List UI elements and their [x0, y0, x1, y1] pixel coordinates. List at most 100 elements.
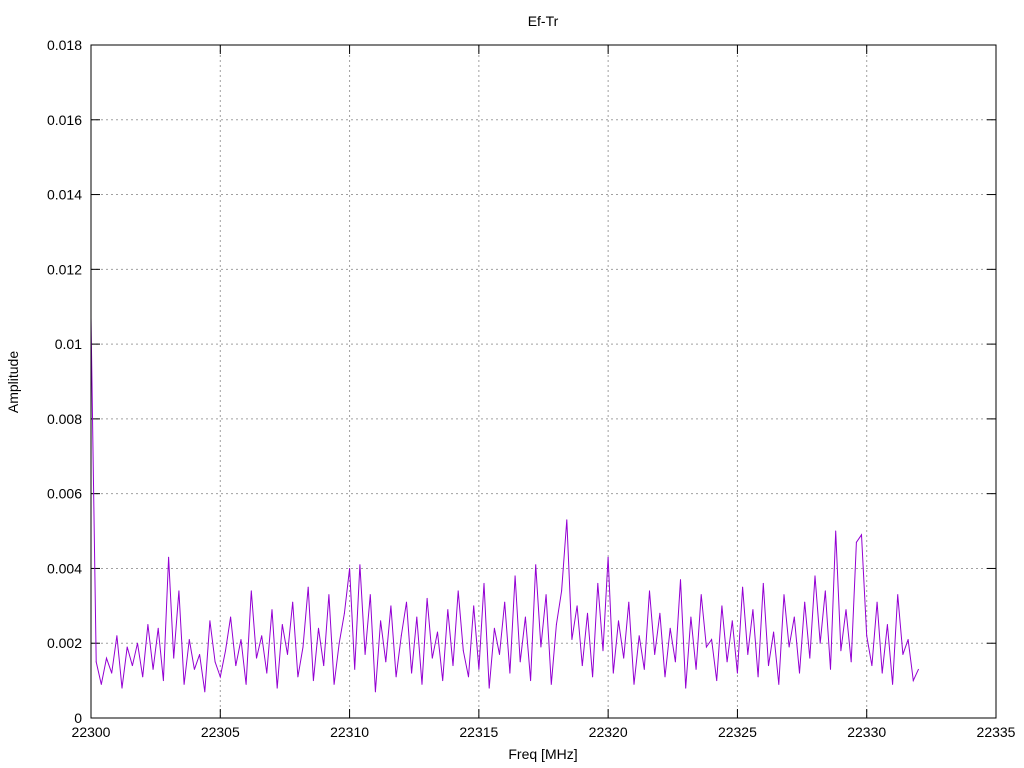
x-tick-label: 22320	[589, 724, 628, 740]
data-point	[245, 683, 247, 685]
data-point	[886, 624, 888, 626]
data-point	[312, 680, 314, 682]
data-point	[276, 687, 278, 689]
data-point	[633, 683, 635, 685]
data-point	[597, 582, 599, 584]
data-point	[131, 665, 133, 667]
y-tick-label: 0.008	[47, 411, 82, 427]
data-point	[550, 683, 552, 685]
data-point	[778, 683, 780, 685]
data-point	[431, 657, 433, 659]
data-point	[819, 642, 821, 644]
data-point	[540, 646, 542, 648]
data-point	[711, 638, 713, 640]
data-point	[607, 556, 609, 558]
data-point	[752, 609, 754, 611]
data-point	[850, 661, 852, 663]
data-point	[457, 590, 459, 592]
data-point	[793, 616, 795, 618]
data-point	[561, 590, 563, 592]
data-point	[783, 594, 785, 596]
data-point	[798, 672, 800, 674]
data-point	[235, 665, 237, 667]
data-point	[142, 676, 144, 678]
data-point	[152, 668, 154, 670]
data-point	[307, 586, 309, 588]
data-point	[333, 683, 335, 685]
y-tick-label: 0.016	[47, 112, 82, 128]
data-point	[219, 676, 221, 678]
data-point	[555, 624, 557, 626]
data-point	[628, 601, 630, 603]
data-point	[690, 616, 692, 618]
data-point	[193, 668, 195, 670]
data-point	[654, 653, 656, 655]
data-point	[343, 612, 345, 614]
data-point	[250, 590, 252, 592]
data-point	[866, 635, 868, 637]
data-point	[519, 661, 521, 663]
data-point	[281, 624, 283, 626]
data-point	[912, 680, 914, 682]
data-point	[421, 683, 423, 685]
ticks: 22300 22305 22310 22315 22320 22325 22330 22335…	[47, 37, 1016, 740]
data-point	[111, 672, 113, 674]
data-point	[643, 668, 645, 670]
data-point	[188, 638, 190, 640]
data-point	[157, 627, 159, 629]
data-point	[214, 661, 216, 663]
data-point	[762, 582, 764, 584]
data-point	[566, 519, 568, 521]
y-axis-label: Amplitude	[5, 351, 21, 413]
data-point	[814, 575, 816, 577]
data-point	[483, 582, 485, 584]
y-tick-label: 0.002	[47, 635, 82, 651]
data-point	[524, 616, 526, 618]
data-point	[881, 672, 883, 674]
data-point	[907, 638, 909, 640]
data-point	[199, 653, 201, 655]
data-point	[674, 661, 676, 663]
x-tick-label: 22305	[201, 724, 240, 740]
data-point	[685, 687, 687, 689]
x-tick-label: 22330	[847, 724, 886, 740]
data-point	[530, 680, 532, 682]
data-point	[116, 635, 118, 637]
data-point	[757, 676, 759, 678]
data-point	[488, 687, 490, 689]
data-point	[623, 657, 625, 659]
data-point	[669, 627, 671, 629]
data-point	[436, 631, 438, 633]
data-point	[302, 646, 304, 648]
y-tick-label: 0.014	[47, 187, 82, 203]
data-point	[602, 650, 604, 652]
data-point	[504, 601, 506, 603]
x-axis-label: Freq [MHz]	[508, 746, 577, 762]
data-point	[897, 594, 899, 596]
data-point	[323, 665, 325, 667]
y-tick-label: 0	[74, 710, 82, 726]
data-point	[773, 631, 775, 633]
data-point	[359, 564, 361, 566]
data-point	[680, 579, 682, 581]
data-point	[137, 642, 139, 644]
data-point	[400, 635, 402, 637]
data-point	[788, 646, 790, 648]
data-point	[204, 691, 206, 693]
data-point	[612, 672, 614, 674]
data-point	[493, 627, 495, 629]
series	[90, 317, 919, 693]
x-tick-label: 22325	[718, 724, 757, 740]
data-point	[499, 653, 501, 655]
data-point	[514, 575, 516, 577]
data-point	[545, 594, 547, 596]
data-point	[173, 657, 175, 659]
data-point	[659, 612, 661, 614]
data-point	[452, 665, 454, 667]
data-point	[700, 594, 702, 596]
data-point	[462, 650, 464, 652]
data-point	[840, 650, 842, 652]
data-point	[705, 646, 707, 648]
data-point	[147, 624, 149, 626]
data-point	[411, 672, 413, 674]
